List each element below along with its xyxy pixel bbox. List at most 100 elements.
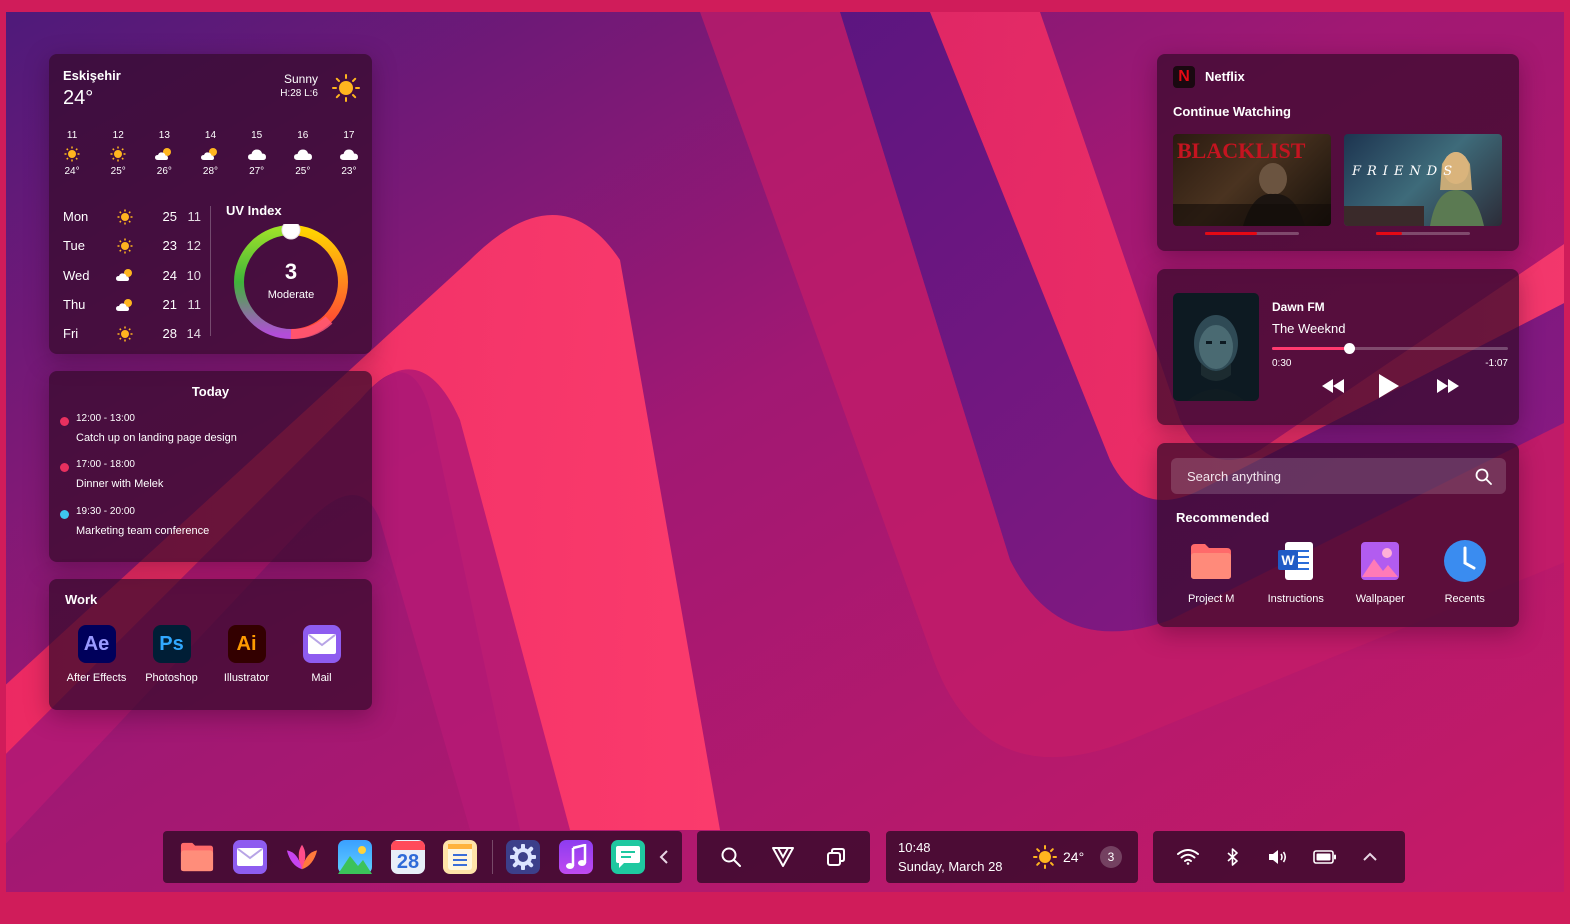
uv-indicator <box>281 224 301 240</box>
playback-fill <box>1272 347 1350 350</box>
hour-label: 16 <box>297 130 309 141</box>
rewind-icon <box>1322 379 1344 393</box>
calendar-icon <box>391 840 425 850</box>
bluetooth-button[interactable] <box>1220 845 1246 869</box>
day-high: 25 <box>162 209 177 225</box>
sun-icon <box>107 209 143 225</box>
dock-separator <box>492 840 493 874</box>
search-icon[interactable] <box>1475 468 1492 485</box>
clock-icon <box>1442 539 1488 583</box>
watch-progress-blacklist <box>1205 232 1299 235</box>
mail-icon <box>237 848 263 866</box>
notification-badge[interactable]: 3 <box>1100 846 1122 868</box>
recommended-project-m[interactable]: Project M <box>1169 539 1254 605</box>
dock-calendar[interactable]: 28 <box>391 840 425 874</box>
day-high: 21 <box>162 297 177 313</box>
dock: 28 <box>163 831 682 883</box>
progress-fill <box>1205 232 1257 235</box>
search-bar[interactable] <box>1171 458 1506 494</box>
daily-forecast: Mon 25 11 Tue 23 12 Wed 24 10 Thu 21 11 Fri 28 14 <box>63 202 201 348</box>
album-title: Dawn FM <box>1272 300 1325 314</box>
photoshop-icon: Ps <box>152 625 191 663</box>
hourly-item: 12 25° <box>95 130 141 177</box>
dock-collapse-button[interactable] <box>654 840 674 874</box>
hourly-item: 16 25° <box>280 130 326 177</box>
fast-forward-button[interactable] <box>1436 374 1460 398</box>
folder-icon <box>180 842 214 872</box>
recommended-instructions[interactable]: W Instructions <box>1254 539 1339 605</box>
app-photoshop[interactable]: Ps Photoshop <box>134 625 209 684</box>
agenda-widget[interactable]: Today 12:00 - 13:00 Catch up on landing … <box>49 371 372 562</box>
dock-mail[interactable] <box>233 840 267 874</box>
album-art <box>1173 293 1259 401</box>
task-view-button[interactable] <box>824 845 848 869</box>
music-icon <box>566 844 587 869</box>
dock-notes[interactable] <box>443 840 477 874</box>
gear-icon <box>510 844 536 870</box>
continue-watching-title: Continue Watching <box>1173 104 1291 119</box>
playback-progress[interactable] <box>1272 347 1508 350</box>
tray-expand-button[interactable] <box>1357 845 1383 869</box>
elapsed-time: 0:30 <box>1272 358 1292 369</box>
folder-icon <box>1188 539 1234 583</box>
event-time: 17:00 - 18:00 <box>76 459 135 470</box>
playback-scrubber[interactable] <box>1344 343 1356 354</box>
day-name: Thu <box>63 297 86 313</box>
hour-temp: 27° <box>249 166 265 177</box>
app-mail[interactable]: Mail <box>284 625 359 684</box>
partly-cloudy-icon <box>200 144 220 164</box>
friends-scene <box>1344 152 1484 226</box>
launcher-button[interactable] <box>771 845 795 869</box>
show-thumbnail-blacklist[interactable]: BLACKLIST <box>1173 134 1331 226</box>
dock-settings[interactable] <box>506 840 540 874</box>
wifi-button[interactable] <box>1175 845 1201 869</box>
dock-music[interactable] <box>559 840 593 874</box>
netflix-widget[interactable]: N Netflix Continue Watching BLACKLIST FR… <box>1157 54 1519 251</box>
notes-icon <box>448 844 472 870</box>
play-button[interactable] <box>1375 372 1403 400</box>
app-label: Mail <box>311 672 332 684</box>
hourly-item: 14 28° <box>187 130 233 177</box>
event-dot <box>60 510 69 519</box>
event-dot <box>60 463 69 472</box>
recommended-wallpaper[interactable]: Wallpaper <box>1338 539 1423 605</box>
calendar-day: 28 <box>396 850 420 873</box>
show-thumbnail-friends[interactable]: FRIENDS <box>1344 134 1502 226</box>
day-low: 12 <box>186 238 201 254</box>
clock-widget[interactable]: 10:48 Sunday, March 28 24° 3 <box>886 831 1138 883</box>
day-high: 24 <box>162 267 177 283</box>
search-input[interactable] <box>1187 458 1467 494</box>
uv-label: Moderate <box>267 289 315 301</box>
chat-icon <box>616 846 640 868</box>
search-button[interactable] <box>719 845 743 869</box>
hour-temp: 23° <box>341 166 357 177</box>
recommended-title: Recommended <box>1176 510 1270 525</box>
app-after-effects[interactable]: Ae After Effects <box>59 625 134 684</box>
weather-widget[interactable]: Eskişehir 24° Sunny H:28 L:6 11 24° 12 25°… <box>49 54 372 354</box>
day-low: 11 <box>187 297 202 313</box>
taskbar-temperature: 24° <box>1063 849 1085 865</box>
battery-button[interactable] <box>1312 845 1338 869</box>
rewind-button[interactable] <box>1321 374 1345 398</box>
hourly-item: 13 26° <box>141 130 187 177</box>
event-time: 12:00 - 13:00 <box>76 413 135 424</box>
hourly-item: 17 23° <box>326 130 372 177</box>
hour-temp: 26° <box>156 166 172 177</box>
play-icon <box>1379 374 1399 398</box>
sun-icon <box>107 238 143 254</box>
hour-temp: 25° <box>110 166 126 177</box>
recommended-recents[interactable]: Recents <box>1423 539 1508 605</box>
dock-files[interactable] <box>180 840 214 874</box>
dock-lotus[interactable] <box>285 840 319 874</box>
app-illustrator[interactable]: Ai Illustrator <box>209 625 284 684</box>
progress-fill <box>1376 232 1403 235</box>
volume-button[interactable] <box>1265 845 1291 869</box>
dock-photos[interactable] <box>338 840 372 874</box>
album-cover[interactable] <box>1173 293 1259 401</box>
recommended-label: Instructions <box>1267 593 1324 605</box>
day-name: Tue <box>63 238 85 254</box>
artist-name: The Weeknd <box>1272 321 1346 336</box>
cloud-icon <box>293 144 313 164</box>
dock-messages[interactable] <box>611 840 645 874</box>
hour-label: 15 <box>251 130 263 141</box>
